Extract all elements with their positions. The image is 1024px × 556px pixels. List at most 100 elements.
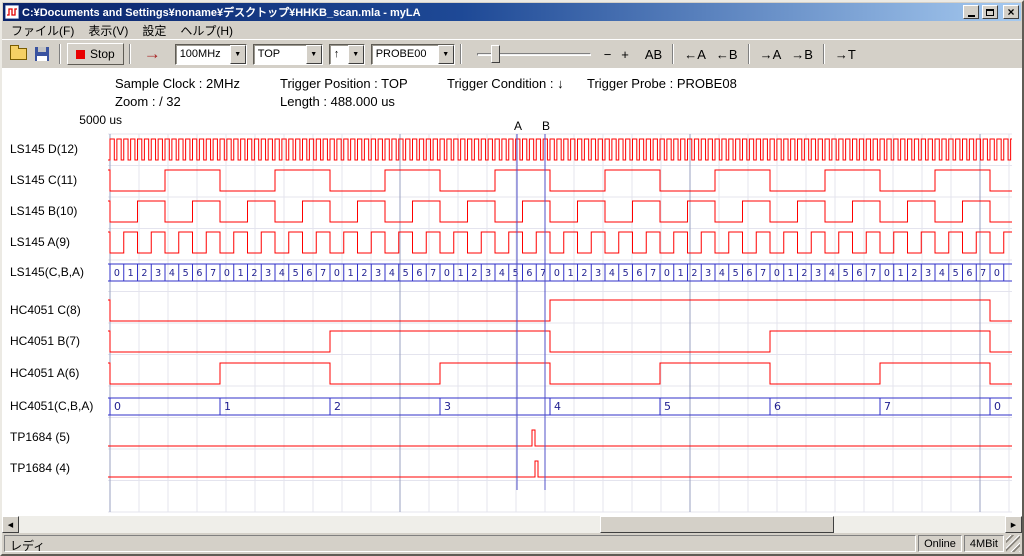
run-button[interactable]: → xyxy=(136,44,169,64)
svg-text:4: 4 xyxy=(389,268,395,279)
scrollbar-thumb[interactable] xyxy=(600,516,834,533)
floppy-shutter xyxy=(38,47,46,52)
svg-text:4: 4 xyxy=(169,268,175,279)
zoom-out-button[interactable]: − xyxy=(599,45,617,64)
svg-text:2: 2 xyxy=(141,268,147,279)
svg-text:7: 7 xyxy=(650,268,656,279)
zoom-slider[interactable] xyxy=(475,43,593,65)
svg-text:7: 7 xyxy=(210,268,216,279)
minimize-icon xyxy=(968,15,975,17)
svg-text:4: 4 xyxy=(499,268,505,279)
svg-text:5: 5 xyxy=(293,268,299,279)
svg-text:3: 3 xyxy=(595,268,601,279)
trigger-probe-select[interactable]: PROBE00 ▼ xyxy=(371,44,455,65)
menu-file[interactable]: ファイル(F) xyxy=(4,21,81,40)
svg-text:2: 2 xyxy=(801,268,807,279)
svg-text:5: 5 xyxy=(664,400,671,413)
app-window: C:¥Documents and Settings¥noname¥デスクトップ¥… xyxy=(0,0,1024,556)
scroll-left-button[interactable]: ◀ xyxy=(2,516,19,533)
svg-text:4: 4 xyxy=(279,268,285,279)
svg-text:2: 2 xyxy=(581,268,587,279)
waveform-area: Sample Clock : 2MHz Trigger Position : T… xyxy=(2,68,1022,516)
scroll-right-button[interactable]: ▶ xyxy=(1005,516,1022,533)
set-cursor-b-button[interactable]: →B xyxy=(786,45,818,64)
resize-grip[interactable] xyxy=(1006,535,1020,552)
svg-text:5: 5 xyxy=(953,268,959,279)
svg-text:2: 2 xyxy=(471,268,477,279)
svg-text:6: 6 xyxy=(526,268,532,279)
maximize-button[interactable] xyxy=(982,5,998,19)
svg-text:0: 0 xyxy=(554,268,560,279)
svg-text:3: 3 xyxy=(705,268,711,279)
svg-text:1: 1 xyxy=(238,268,244,279)
menu-help[interactable]: ヘルプ(H) xyxy=(173,21,240,40)
svg-text:6: 6 xyxy=(636,268,642,279)
dropdown-arrow-icon[interactable]: ▼ xyxy=(438,45,454,64)
goto-cursor-a-button[interactable]: ←A xyxy=(679,45,711,64)
svg-text:0: 0 xyxy=(114,400,121,413)
close-icon: × xyxy=(1007,7,1014,17)
close-button[interactable]: × xyxy=(1003,5,1019,19)
svg-text:7: 7 xyxy=(884,400,891,413)
dropdown-arrow-icon[interactable]: ▼ xyxy=(348,45,364,64)
menu-settings[interactable]: 設定 xyxy=(135,21,173,40)
trigger-position-select[interactable]: TOP ▼ xyxy=(253,44,323,65)
slider-thumb[interactable] xyxy=(491,45,500,63)
svg-text:0: 0 xyxy=(994,400,1001,413)
svg-text:0: 0 xyxy=(664,268,670,279)
maximize-icon xyxy=(986,9,994,16)
svg-text:4: 4 xyxy=(829,268,835,279)
stop-button[interactable]: Stop xyxy=(67,43,124,65)
dropdown-arrow-icon[interactable]: ▼ xyxy=(306,45,322,64)
svg-text:3: 3 xyxy=(815,268,821,279)
toolbar-separator xyxy=(748,44,750,64)
svg-text:5: 5 xyxy=(513,268,519,279)
goto-trigger-button[interactable]: →T xyxy=(830,45,861,64)
svg-text:3: 3 xyxy=(485,268,491,279)
app-icon xyxy=(5,5,19,19)
ab-button[interactable]: AB xyxy=(640,45,667,64)
svg-text:0: 0 xyxy=(444,268,450,279)
trigger-edge-select[interactable]: ↑ ▼ xyxy=(329,44,365,65)
save-icon xyxy=(35,47,49,61)
goto-cursor-b-button[interactable]: ←B xyxy=(711,45,743,64)
svg-text:6: 6 xyxy=(416,268,422,279)
svg-text:3: 3 xyxy=(375,268,381,279)
svg-text:7: 7 xyxy=(980,268,986,279)
minimize-button[interactable] xyxy=(963,5,979,19)
zoom-in-button[interactable]: + xyxy=(616,45,634,64)
svg-text:6: 6 xyxy=(746,268,752,279)
save-button[interactable] xyxy=(30,43,54,65)
svg-text:0: 0 xyxy=(884,268,890,279)
svg-text:5: 5 xyxy=(733,268,739,279)
svg-text:0: 0 xyxy=(114,268,120,279)
svg-text:5: 5 xyxy=(403,268,409,279)
set-cursor-a-button[interactable]: →A xyxy=(755,45,787,64)
titlebar[interactable]: C:¥Documents and Settings¥noname¥デスクトップ¥… xyxy=(3,3,1021,21)
svg-text:1: 1 xyxy=(128,268,134,279)
svg-text:1: 1 xyxy=(568,268,574,279)
svg-text:4: 4 xyxy=(719,268,725,279)
svg-text:1: 1 xyxy=(898,268,904,279)
svg-text:3: 3 xyxy=(265,268,271,279)
statusbar: レディ Online 4MBit xyxy=(2,533,1022,554)
svg-text:6: 6 xyxy=(196,268,202,279)
svg-text:7: 7 xyxy=(320,268,326,279)
svg-text:1: 1 xyxy=(458,268,464,279)
menu-view[interactable]: 表示(V) xyxy=(81,21,135,40)
toolbar-separator xyxy=(129,44,131,64)
svg-text:6: 6 xyxy=(774,400,781,413)
svg-text:1: 1 xyxy=(678,268,684,279)
svg-text:0: 0 xyxy=(334,268,340,279)
svg-text:2: 2 xyxy=(251,268,257,279)
svg-text:4: 4 xyxy=(609,268,615,279)
stop-icon xyxy=(76,50,85,59)
run-arrow-icon: → xyxy=(144,44,161,63)
dropdown-arrow-icon[interactable]: ▼ xyxy=(230,45,246,64)
sample-clock-select[interactable]: 100MHz ▼ xyxy=(175,44,247,65)
svg-text:0: 0 xyxy=(774,268,780,279)
status-message: レディ xyxy=(4,535,916,552)
open-button[interactable] xyxy=(6,43,30,65)
horizontal-scrollbar[interactable]: ◀ ▶ xyxy=(2,516,1022,533)
svg-text:2: 2 xyxy=(691,268,697,279)
